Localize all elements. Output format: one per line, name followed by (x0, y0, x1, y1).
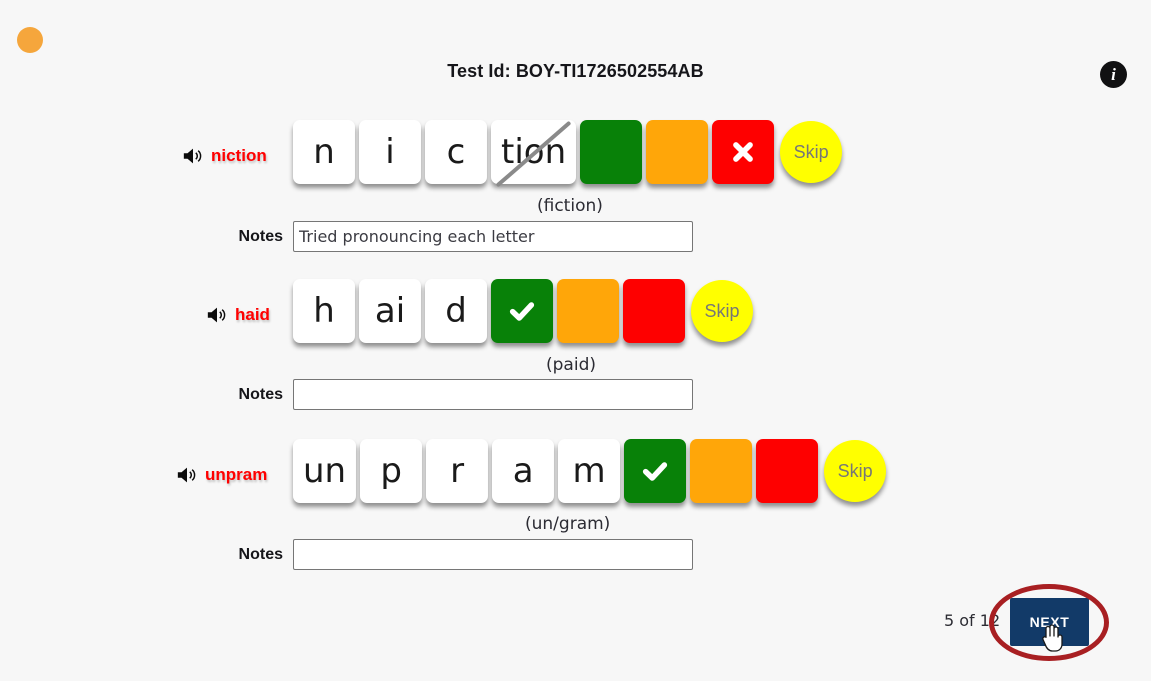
letter-tile-struck[interactable]: tion (491, 120, 577, 184)
notes-input[interactable] (293, 539, 693, 570)
word-block: niction n i c tion Skip (fiction) Notes (0, 120, 1151, 252)
speaker-icon[interactable] (206, 304, 228, 326)
next-button[interactable]: NEXT (1010, 598, 1089, 646)
word-prompt: unpram (176, 439, 267, 511)
letter-tile[interactable]: a (492, 439, 555, 503)
notes-label: Notes (238, 545, 283, 563)
skip-button[interactable]: Skip (824, 440, 887, 502)
page-counter: 5 of 12 (944, 611, 1001, 630)
word-row: niction n i c tion Skip (fiction) (0, 120, 1151, 216)
letter-tile[interactable]: i (359, 120, 421, 184)
letter-tile[interactable]: r (426, 439, 489, 503)
cross-icon (733, 142, 753, 162)
notes-row: Notes (228, 379, 693, 410)
tile-strip: n i c tion Skip (293, 120, 843, 184)
notes-label: Notes (238, 385, 283, 403)
tile-strip: h ai d Skip (293, 279, 753, 343)
letter-tile[interactable]: ai (359, 279, 421, 343)
word-row: unpram un p r a m Skip (un/gram) (0, 439, 1151, 534)
word-block: haid h ai d Skip (paid) Notes (0, 279, 1151, 410)
mark-incorrect-button[interactable] (756, 439, 819, 503)
word-prompt: niction (182, 120, 267, 192)
speaker-icon[interactable] (176, 464, 198, 486)
letter-tile[interactable]: n (293, 120, 355, 184)
mark-incorrect-button[interactable] (623, 279, 685, 343)
word-label: haid (235, 305, 270, 324)
check-icon (642, 462, 668, 481)
mark-partial-button[interactable] (690, 439, 753, 503)
check-icon (509, 302, 535, 321)
letter-tile[interactable]: d (425, 279, 487, 343)
letter-tile[interactable]: c (425, 120, 487, 184)
mark-incorrect-button[interactable] (712, 120, 775, 184)
notes-row: Notes (228, 221, 693, 252)
notes-input[interactable] (293, 379, 693, 410)
mark-correct-button[interactable] (580, 120, 643, 184)
mark-correct-button[interactable] (624, 439, 687, 503)
mark-partial-button[interactable] (557, 279, 619, 343)
notes-row: Notes (228, 539, 693, 570)
tile-strip: un p r a m Skip (293, 439, 887, 503)
notes-label: Notes (238, 227, 283, 245)
letter-tile[interactable]: un (293, 439, 357, 503)
mark-correct-button[interactable] (491, 279, 553, 343)
info-icon[interactable]: i (1100, 61, 1127, 88)
letter-tile[interactable]: m (558, 439, 621, 503)
notes-input[interactable] (293, 221, 693, 252)
word-label: unpram (205, 465, 268, 484)
answer-hint: (un/gram) (525, 514, 611, 534)
status-dot (17, 27, 43, 53)
word-block: unpram un p r a m Skip (un/gram) Notes (0, 439, 1151, 570)
page-title: Test Id: BOY-TI1726502554AB (447, 61, 704, 81)
speaker-icon[interactable] (182, 145, 204, 167)
skip-button[interactable]: Skip (691, 280, 753, 342)
word-prompt: haid (206, 279, 270, 351)
word-label: niction (211, 146, 267, 165)
answer-hint: (paid) (546, 355, 596, 375)
answer-hint: (fiction) (537, 196, 603, 216)
word-row: haid h ai d Skip (paid) (0, 279, 1151, 375)
letter-tile[interactable]: h (293, 279, 355, 343)
letter-tile[interactable]: p (360, 439, 423, 503)
mark-partial-button[interactable] (646, 120, 709, 184)
skip-button[interactable]: Skip (780, 121, 843, 183)
